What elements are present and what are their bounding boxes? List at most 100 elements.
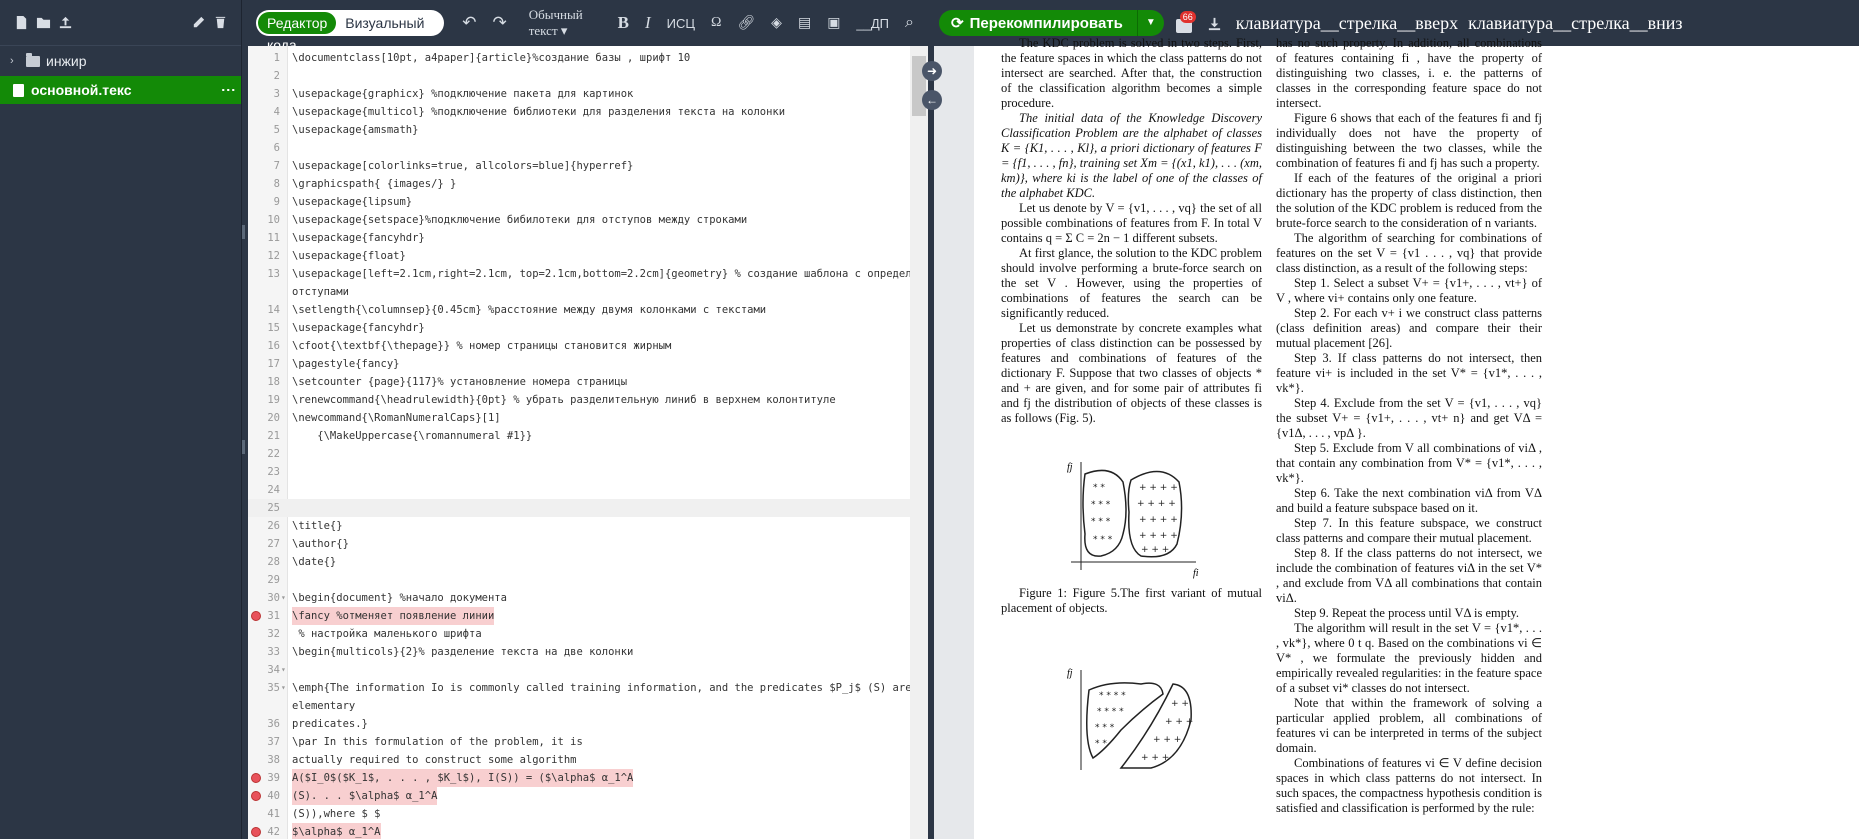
line-text: actually required to construct some algo… [292, 754, 577, 766]
line-text: \pagestyle{fancy} [292, 358, 400, 370]
more-button[interactable]: __ДП [850, 16, 895, 31]
code-line[interactable]: 21 {\MakeUppercase{\romannumeral #1}} [248, 427, 910, 445]
pdf-paragraph: Step 2. For each v+ i we construct class… [1276, 306, 1542, 350]
file-menu-icon[interactable]: ⋮ [221, 83, 237, 97]
code-line[interactable]: отступами [248, 283, 910, 301]
keyboard-arrow-down-label[interactable]: клавиатура__стрелка__вниз [1468, 13, 1682, 34]
line-number: 11 [267, 232, 280, 244]
link-icon[interactable]: 🔗︎ [731, 15, 761, 32]
code-line[interactable]: 40 (S). . . $\alpha$ α_1^A [248, 787, 910, 805]
smallcaps-button[interactable]: ИСЦ [661, 16, 701, 31]
line-number: 25 [267, 502, 280, 514]
italic-button[interactable]: I [639, 13, 657, 33]
svg-text:+ + + +: + + + + [1139, 515, 1178, 525]
line-text: \setlength{\columnsep}{0.45cm} %расстоян… [292, 304, 767, 316]
code-line[interactable]: 9 \usepackage{lipsum} [248, 193, 910, 211]
line-number: 24 [267, 484, 280, 496]
code-line[interactable]: 13 \usepackage[left=2.1cm,right=2.1cm, to… [248, 265, 928, 283]
new-folder-icon[interactable] [32, 12, 54, 34]
symbol-button[interactable]: Ω [705, 15, 727, 31]
code-line[interactable]: 5 \usepackage{amsmath} [248, 121, 910, 139]
code-line[interactable]: elementary [248, 697, 910, 715]
undo-icon[interactable]: ↶ [456, 13, 482, 33]
code-line[interactable]: 3 \usepackage{graphicx} %подключение паке… [248, 85, 910, 103]
sync-to-code-icon[interactable]: ← [922, 90, 942, 110]
code-line[interactable]: 42 $\alpha$ α_1^A [248, 823, 910, 839]
line-number: 34 [267, 664, 280, 676]
code-line[interactable]: 29 [248, 571, 910, 589]
recompile-dropdown-icon[interactable]: ▼ [1136, 10, 1164, 36]
code-line[interactable]: 2 [248, 67, 910, 85]
code-line[interactable]: 33 \begin{multicols}{2}% разделение текст… [248, 643, 910, 661]
code-line[interactable]: 36 predicates.} [248, 715, 910, 733]
code-line[interactable]: 23 [248, 463, 910, 481]
code-line[interactable]: 27 \author{} [248, 535, 910, 553]
code-line[interactable]: 31 \fancy %отменяет появление линии [248, 607, 910, 625]
search-icon[interactable]: ⌕ [899, 14, 920, 32]
code-line[interactable]: 41 (S)),where $ $ [248, 805, 910, 823]
fold-chevron-icon[interactable]: ▾ [281, 661, 286, 679]
fold-chevron-icon[interactable]: ▾ [281, 679, 286, 697]
code-line[interactable]: 8 \graphicspath{ {images/} } [248, 175, 910, 193]
editor-scrollbar[interactable] [910, 46, 928, 839]
code-line[interactable]: 19 \renewcommand{\headrulewidth}{0pt} % у… [248, 391, 910, 409]
code-editor-tab[interactable]: Редактор кода [258, 12, 337, 53]
code-line[interactable]: 16 \cfoot{\textbf{\thepage}} % номер стра… [248, 337, 910, 355]
code-line[interactable]: 32 % настройка маленького шрифта [248, 625, 910, 643]
pdf-paragraph: Let us denote by V = {v1, . . . , vq} th… [1001, 201, 1262, 245]
code-line[interactable]: 15 \usepackage{fancyhdr} [248, 319, 910, 337]
code-line[interactable]: 38 actually required to construct some al… [248, 751, 910, 769]
line-number: 28 [267, 556, 280, 568]
code-line[interactable]: 34 ▾ [248, 661, 910, 679]
image-icon[interactable]: ▣ [821, 15, 846, 32]
sidebar-resize-handle-2[interactable] [242, 440, 245, 454]
code-line[interactable]: 18 \setcounter {page}{117}% установление … [248, 373, 910, 391]
line-number: 18 [267, 376, 280, 388]
upload-icon[interactable] [54, 12, 76, 34]
bold-button[interactable]: B [612, 13, 635, 33]
rename-icon[interactable] [187, 12, 209, 34]
keyboard-arrow-up-label[interactable]: клавиатура__стрелка__вверх [1236, 13, 1458, 34]
code-line[interactable]: 39 A($I_0$($K_1$, . . . , $K_l$), I(S)) =… [248, 769, 910, 787]
code-line[interactable]: 35 ▾ \emph{The information Io is commonly … [248, 679, 928, 697]
file-item-main[interactable]: основной.текс ⋮ [0, 76, 241, 104]
code-line[interactable]: 37 \par In this formulation of the proble… [248, 733, 910, 751]
code-line[interactable]: 20 \newcommand{\RomanNumeralCaps}[1] [248, 409, 910, 427]
code-line[interactable]: 24 [248, 481, 910, 499]
code-line[interactable]: 22 [248, 445, 910, 463]
code-line[interactable]: 6 [248, 139, 910, 157]
line-text: отступами [292, 286, 349, 298]
recompile-button[interactable]: ⟳ Перекомпилировать ▼ [939, 10, 1164, 36]
code-line[interactable]: 14 \setlength{\columnsep}{0.45cm} %рассто… [248, 301, 910, 319]
code-line[interactable]: 11 \usepackage{fancyhdr} [248, 229, 910, 247]
folder-item[interactable]: › инжир [0, 46, 241, 76]
book-icon[interactable]: ▤ [792, 15, 817, 32]
line-text: (S)),where $ $ [292, 808, 381, 820]
logs-button[interactable]: 66 [1174, 11, 1196, 33]
folder-icon [26, 52, 40, 67]
line-number: 17 [267, 358, 280, 370]
text-style-select[interactable]: Обычный текст ▾ [523, 7, 600, 39]
sync-to-pdf-icon[interactable]: ➜ [922, 61, 942, 81]
code-editor[interactable]: 1 \documentclass[10pt, a4paper]{article}%… [248, 46, 928, 839]
code-line[interactable]: 12 \usepackage{float} [248, 247, 910, 265]
pdf-paragraph: Step 1. Select a subset V+ = {v1+, . . .… [1276, 276, 1542, 305]
code-line[interactable]: 25 [248, 499, 910, 517]
redo-icon[interactable]: ↷ [486, 13, 512, 33]
new-file-icon[interactable] [10, 12, 32, 34]
code-line[interactable]: 10 \usepackage{setspace}%подключение биби… [248, 211, 910, 229]
code-line[interactable]: 7 \usepackage[colorlinks=true, allcolors=… [248, 157, 910, 175]
sidebar-resize-handle[interactable] [242, 225, 245, 239]
code-line[interactable]: 17 \pagestyle{fancy} [248, 355, 910, 373]
pdf-paragraph: Step 7. In this feature subspace, we con… [1276, 516, 1542, 545]
code-line[interactable]: 30 ▾ \begin{document} %начало документа [248, 589, 910, 607]
code-line[interactable]: 4 \usepackage{multicol} %подключение библ… [248, 103, 910, 121]
tag-icon[interactable]: ◈ [765, 15, 788, 32]
code-line[interactable]: 28 \date{} [248, 553, 910, 571]
download-icon[interactable] [1204, 12, 1226, 34]
fold-chevron-icon[interactable]: ▾ [281, 589, 286, 607]
code-line[interactable]: 26 \title{} [248, 517, 910, 535]
visual-editor-tab[interactable]: Визуальный редактор [336, 12, 442, 53]
code-line[interactable]: 1 \documentclass[10pt, a4paper]{article}%… [248, 49, 910, 67]
delete-icon[interactable] [209, 12, 231, 34]
